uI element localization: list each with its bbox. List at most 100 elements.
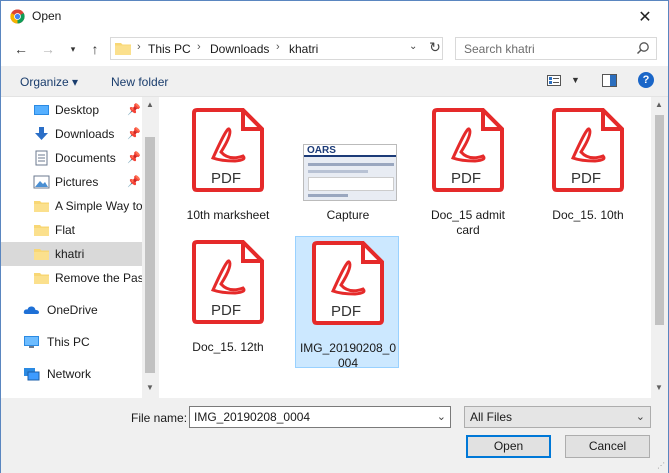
pin-icon: 📌 — [127, 176, 141, 188]
breadcrumb-khatri[interactable]: khatri — [289, 42, 318, 56]
cancel-button[interactable]: Cancel — [565, 435, 650, 458]
nav-item-a-simple-way[interactable]: A Simple Way to — [1, 194, 143, 218]
forward-arrow-icon[interactable]: → — [40, 41, 56, 57]
preview-pane-icon[interactable] — [602, 74, 617, 87]
this-pc-icon — [24, 336, 39, 348]
scroll-down-icon[interactable]: ▼ — [146, 383, 154, 392]
address-bar[interactable]: › This PC › Downloads › khatri ⌄ ↻ — [110, 37, 443, 60]
file-item[interactable]: PDF Doc_15. 12th — [176, 236, 280, 368]
nav-item-pictures[interactable]: Pictures 📌 — [1, 170, 142, 194]
nav-item-this-pc[interactable]: This PC — [1, 330, 142, 354]
folder-icon — [34, 273, 49, 284]
file-list: PDF 10th marksheet OARS Capture PDF Doc_… — [159, 97, 668, 398]
file-name-input[interactable]: IMG_20190208_0004 ⌄ — [189, 406, 451, 428]
scroll-thumb[interactable] — [655, 115, 664, 325]
nav-label: Downloads — [55, 127, 115, 141]
organize-button[interactable]: Organize ▾ — [20, 75, 78, 89]
chevron-down-icon[interactable]: ▼ — [571, 75, 580, 85]
nav-item-network[interactable]: Network — [1, 362, 142, 386]
view-options-icon[interactable] — [547, 75, 561, 86]
nav-label: A Simple Way to — [55, 199, 143, 213]
nav-label: Desktop — [55, 103, 100, 117]
refresh-icon[interactable]: ↻ — [427, 39, 443, 56]
scroll-thumb[interactable] — [145, 137, 155, 373]
breadcrumb-downloads[interactable]: Downloads — [210, 42, 269, 56]
pdf-badge: PDF — [211, 170, 241, 187]
file-item[interactable]: OARS Capture — [296, 104, 400, 236]
window-title: Open — [32, 9, 62, 23]
pdf-badge: PDF — [331, 303, 361, 320]
chevron-right-icon[interactable]: › — [276, 41, 280, 53]
search-placeholder: Search khatri — [464, 42, 535, 56]
pin-icon: 📌 — [127, 104, 141, 116]
file-item[interactable]: PDF Doc_15. 10th — [536, 104, 640, 236]
chevron-right-icon[interactable]: › — [197, 41, 201, 53]
folder-icon — [34, 201, 49, 212]
network-icon — [24, 368, 40, 381]
breadcrumb-this-pc[interactable]: This PC — [148, 42, 191, 56]
nav-label: khatri — [55, 247, 85, 261]
file-name-value: IMG_20190208_0004 — [194, 410, 311, 424]
back-arrow-icon[interactable]: ← — [13, 41, 29, 57]
image-thumbnail: OARS — [303, 144, 397, 201]
file-name: 10th marksheet — [186, 208, 270, 222]
chrome-icon — [10, 9, 25, 24]
scroll-up-icon[interactable]: ▲ — [655, 100, 663, 109]
nav-item-khatri[interactable]: khatri — [1, 242, 142, 266]
file-name: Doc_15. 10th — [552, 208, 624, 222]
pdf-badge: PDF — [571, 170, 601, 187]
file-item[interactable]: PDF 10th marksheet — [176, 104, 280, 236]
file-item-selected[interactable]: PDF IMG_20190208_0004 — [295, 236, 399, 370]
chevron-down-icon: ⌄ — [635, 411, 645, 423]
nav-item-documents[interactable]: Documents 📌 — [1, 146, 142, 170]
pictures-icon — [33, 175, 50, 189]
nav-label: Documents — [55, 151, 116, 165]
address-row: ← → ▾ ↑ › This PC › Downloads › khatri ⌄… — [1, 32, 668, 66]
capture-brand: OARS — [307, 145, 336, 156]
chevron-right-icon[interactable]: › — [137, 41, 141, 53]
close-icon: ✕ — [638, 8, 652, 26]
open-button[interactable]: Open — [466, 435, 551, 458]
recent-locations-icon[interactable]: ▾ — [65, 44, 81, 55]
onedrive-icon — [23, 306, 39, 314]
folder-icon — [34, 225, 49, 236]
pin-icon: 📌 — [127, 152, 141, 164]
close-button[interactable]: ✕ — [622, 1, 668, 32]
scroll-down-icon[interactable]: ▼ — [655, 383, 663, 392]
nav-label: Remove the Pass — [55, 271, 150, 285]
folder-icon — [115, 43, 131, 55]
file-type-select[interactable]: All Files ⌄ — [464, 406, 651, 428]
file-name: IMG_20190208_0004 — [299, 341, 397, 370]
nav-item-onedrive[interactable]: OneDrive — [1, 298, 142, 322]
up-arrow-icon[interactable]: ↑ — [87, 41, 103, 57]
nav-label: OneDrive — [47, 303, 98, 317]
nav-item-remove-the-pass[interactable]: Remove the Pass — [1, 266, 150, 290]
nav-item-downloads[interactable]: Downloads 📌 — [1, 122, 142, 146]
pdf-badge: PDF — [451, 170, 481, 187]
scroll-up-icon[interactable]: ▲ — [146, 100, 154, 109]
help-icon[interactable]: ? — [638, 72, 654, 88]
new-folder-button[interactable]: New folder — [111, 75, 168, 89]
search-icon — [636, 42, 649, 55]
command-bar: Organize ▾ New folder ▼ ? — [1, 66, 668, 97]
dialog-footer: File name: IMG_20190208_0004 ⌄ All Files… — [1, 398, 668, 473]
folder-icon — [34, 249, 49, 260]
file-item[interactable]: PDF Doc_15 admit card — [416, 104, 520, 237]
file-list-scrollbar[interactable]: ▲ ▼ — [651, 97, 668, 398]
nav-scrollbar[interactable]: ▲ ▼ — [142, 97, 158, 398]
nav-item-desktop[interactable]: Desktop 📌 — [1, 98, 142, 122]
nav-label: Pictures — [55, 175, 99, 189]
nav-label: This PC — [47, 335, 90, 349]
nav-item-flat[interactable]: Flat — [1, 218, 142, 242]
downloads-icon — [35, 127, 48, 140]
desktop-icon — [34, 105, 49, 115]
documents-icon — [35, 150, 48, 166]
file-name-label: File name: — [131, 411, 188, 425]
nav-label: Flat — [55, 223, 76, 237]
chevron-down-icon[interactable]: ⌄ — [409, 41, 417, 52]
pdf-badge: PDF — [211, 302, 241, 319]
chevron-down-icon[interactable]: ⌄ — [437, 410, 446, 423]
search-input[interactable]: Search khatri — [455, 37, 657, 60]
resize-grip-icon[interactable]: ⋰ — [657, 461, 665, 470]
open-dialog: Open ✕ ← → ▾ ↑ › This PC › Downloads › k… — [0, 0, 669, 473]
